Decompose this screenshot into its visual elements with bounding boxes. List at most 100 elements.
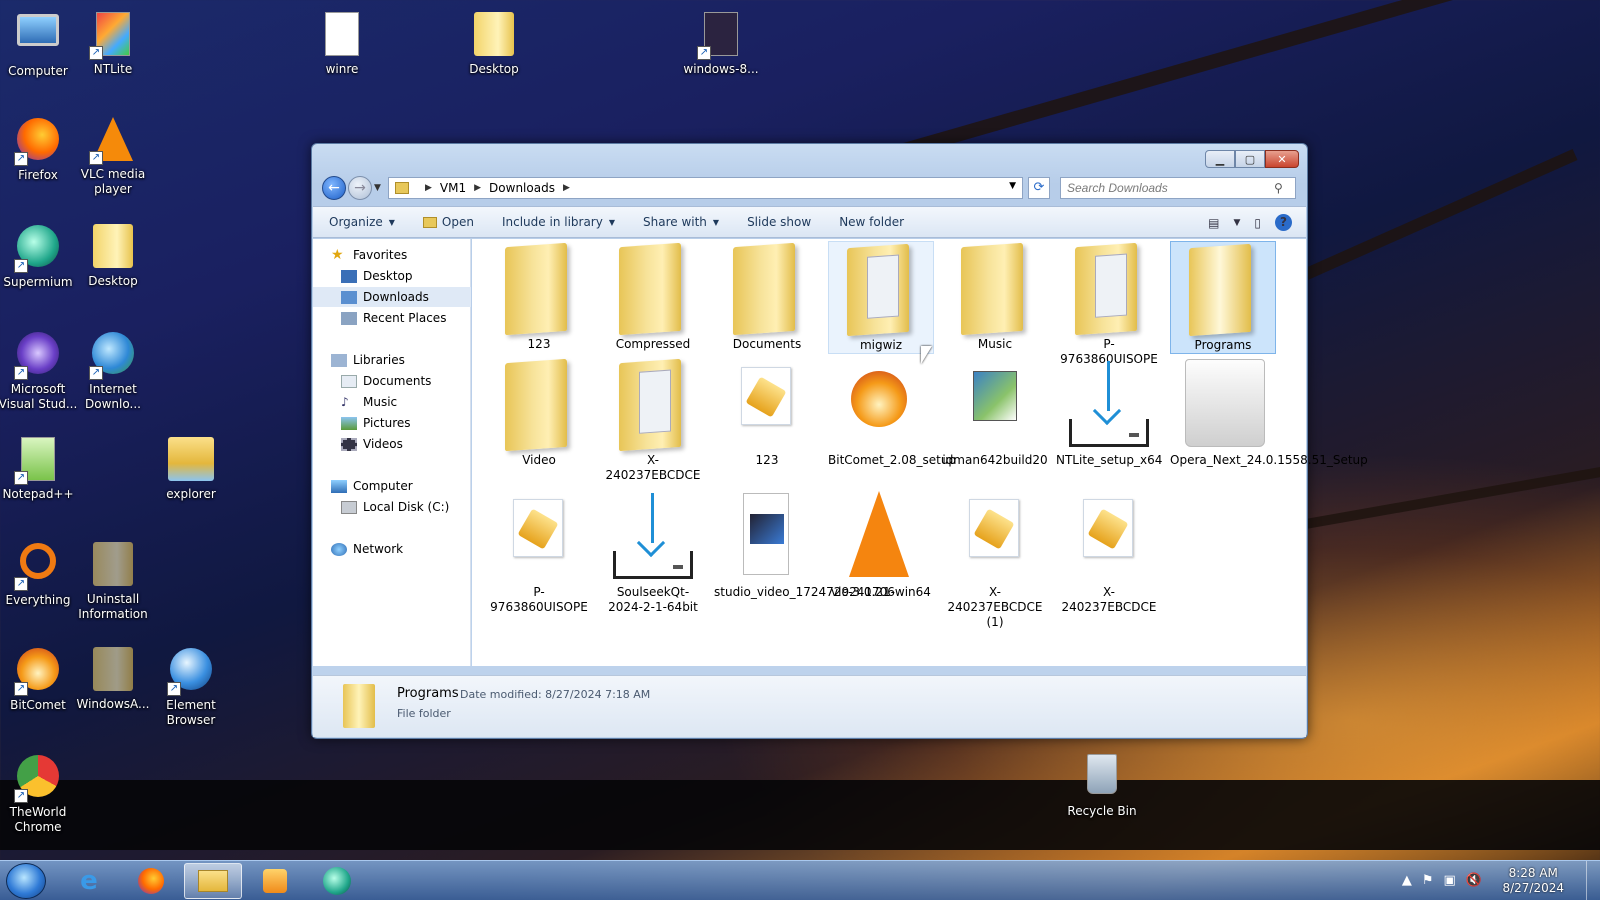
slide-show-button[interactable]: Slide show <box>747 215 811 229</box>
nav-network[interactable]: Network <box>313 539 471 559</box>
desktop-icon-desktop-2[interactable]: Desktop <box>68 222 158 289</box>
file-item-selected[interactable]: Programs <box>1170 241 1276 354</box>
file-item[interactable]: X-240237EBCDCE <box>600 357 706 483</box>
file-item[interactable]: X-240237EBCDCE (1) <box>942 489 1048 630</box>
taskbar-supermium[interactable] <box>308 863 366 899</box>
nav-favorites[interactable]: ★ Favorites <box>313 245 471 265</box>
desktop-icon-notepadpp[interactable]: ↗ Notepad++ <box>0 435 83 502</box>
taskbar-internet-explorer[interactable]: e <box>60 863 118 899</box>
recent-pages-dropdown[interactable]: ▼ <box>374 183 381 193</box>
open-button[interactable]: Open <box>422 215 474 229</box>
nav-music[interactable]: ♪ Music <box>313 392 471 412</box>
file-item[interactable]: Compressed <box>600 241 706 352</box>
idm-icon: ↗ <box>89 332 137 380</box>
details-modified: Date modified: 8/27/2024 7:18 AM <box>460 688 650 701</box>
desktop-icon-element-browser[interactable]: ↗ Element Browser <box>146 645 236 728</box>
close-button[interactable]: ✕ <box>1265 150 1299 168</box>
nav-label: Favorites <box>353 248 408 262</box>
file-item[interactable]: studio_video_1724729241706 <box>714 489 895 600</box>
nav-videos[interactable]: Videos <box>313 434 471 454</box>
address-bar[interactable]: ▶ VM1 ▶ Downloads ▶ ▼ <box>388 177 1023 199</box>
start-button[interactable] <box>6 863 46 899</box>
nav-recent-places[interactable]: Recent Places <box>313 308 471 328</box>
file-item[interactable]: Documents <box>714 241 820 352</box>
file-item[interactable]: P-9763860UISOPE <box>1056 241 1162 367</box>
view-options-dropdown-icon[interactable]: ▼ <box>1233 218 1240 228</box>
back-button[interactable]: ← <box>322 176 346 200</box>
file-item[interactable]: X-240237EBCDCE <box>1056 489 1162 615</box>
nav-pictures[interactable]: Pictures <box>313 413 471 433</box>
desktop-icon-explorer[interactable]: explorer <box>146 435 236 502</box>
desktop-icon-theworld-chrome[interactable]: ↗ TheWorld Chrome <box>0 752 83 835</box>
include-in-library-label: Include in library <box>501 215 603 229</box>
file-item[interactable]: P-9763860UISOPE <box>486 489 592 615</box>
breadcrumb-item[interactable]: VM1 <box>440 181 466 195</box>
file-item[interactable]: Opera_Next_24.0.1558.51_Setup <box>1170 357 1368 468</box>
wallpaper-beam <box>878 0 1575 164</box>
wallpaper-beam <box>0 780 1600 850</box>
search-icon[interactable]: ⚲ <box>1274 181 1283 195</box>
nav-downloads[interactable]: Downloads <box>313 287 471 307</box>
file-item[interactable]: idman642build20 <box>942 357 1048 468</box>
maximize-button[interactable]: ▢ <box>1235 150 1265 168</box>
breadcrumb-separator-icon[interactable]: ▶ <box>425 183 432 193</box>
file-item[interactable]: Music <box>942 241 1048 352</box>
share-with-button[interactable]: Share with ▼ <box>643 215 719 229</box>
clock[interactable]: 8:28 AM 8/27/2024 <box>1502 866 1564 896</box>
file-item[interactable]: 123 <box>486 241 592 352</box>
desktop-icon-desktop-folder[interactable]: Desktop <box>449 10 539 77</box>
file-item[interactable]: NTLite_setup_x64 <box>1056 357 1162 468</box>
breadcrumb-item[interactable]: Downloads <box>489 181 555 195</box>
new-folder-button[interactable]: New folder <box>839 215 904 229</box>
breadcrumb-separator-icon[interactable]: ▶ <box>474 183 481 193</box>
network-status-icon[interactable]: ▣ <box>1444 873 1456 888</box>
nav-documents[interactable]: Documents <box>313 371 471 391</box>
desktop-icon-windowsa[interactable]: WindowsA... <box>68 645 158 712</box>
taskbar: e ▲ ⚑ ▣ 🔇 8:28 AM 8/27/2024 <box>0 860 1600 900</box>
file-item-label: migwiz <box>859 338 903 352</box>
refresh-button[interactable]: ⟳ <box>1028 177 1050 199</box>
volume-muted-icon[interactable]: 🔇 <box>1466 873 1482 888</box>
desktop-icon-ntlite[interactable]: ↗ NTLite <box>68 10 158 77</box>
open-folder-icon <box>422 216 437 228</box>
desktop-icon-recycle-bin[interactable]: Recycle Bin <box>1057 752 1147 819</box>
forward-button[interactable]: → <box>348 176 372 200</box>
desktop-icon-winre[interactable]: winre <box>297 10 387 77</box>
breadcrumb-separator-icon[interactable]: ▶ <box>563 183 570 193</box>
desktop-icon-idm[interactable]: ↗ Internet Downlo... <box>68 329 158 412</box>
desktop-icon-vlc[interactable]: ↗ VLC media player <box>68 115 158 197</box>
taskbar-file-explorer[interactable] <box>184 863 242 899</box>
include-in-library-button[interactable]: Include in library ▼ <box>502 215 615 229</box>
change-view-icon[interactable]: ▤ <box>1208 216 1219 230</box>
action-center-flag-icon[interactable]: ⚑ <box>1422 873 1434 888</box>
recent-places-icon <box>341 311 357 325</box>
file-item[interactable]: Video <box>486 357 592 468</box>
nav-libraries[interactable]: Libraries <box>313 350 471 370</box>
nav-computer[interactable]: Computer <box>313 476 471 496</box>
nav-desktop[interactable]: Desktop <box>313 266 471 286</box>
star-icon: ★ <box>331 246 344 263</box>
nav-local-disk[interactable]: Local Disk (C:) <box>313 497 471 517</box>
taskbar-media-player[interactable] <box>246 863 304 899</box>
firefox-file-icon: ↗ <box>697 12 745 60</box>
vlc-icon <box>839 489 923 585</box>
search-input[interactable] <box>1060 177 1296 199</box>
show-desktop-button[interactable] <box>1586 861 1600 900</box>
desktop-icon-windows-8[interactable]: ↗ windows-8... <box>676 10 766 77</box>
file-item[interactable]: 123 <box>714 357 820 468</box>
network-icon <box>331 542 347 556</box>
help-icon[interactable]: ? <box>1275 214 1292 231</box>
organize-label: Organize <box>329 215 383 229</box>
address-history-dropdown-icon[interactable]: ▼ <box>1009 181 1016 191</box>
minimize-button[interactable]: ▁ <box>1205 150 1235 168</box>
file-item[interactable]: SoulseekQt-2024-2-1-64bit <box>600 489 706 615</box>
organize-button[interactable]: Organize ▼ <box>329 215 395 229</box>
show-hidden-icons-icon[interactable]: ▲ <box>1402 873 1412 888</box>
desktop-icon-uninstall-information[interactable]: Uninstall Information <box>68 540 158 622</box>
file-item[interactable]: vlc-3.0.21-win64 <box>828 489 934 600</box>
file-item[interactable]: BitComet_2.08_setup <box>828 357 956 468</box>
nav-label: Videos <box>363 437 403 451</box>
file-item[interactable]: migwiz <box>828 241 934 354</box>
preview-pane-icon[interactable]: ▯ <box>1254 216 1261 230</box>
taskbar-firefox[interactable] <box>122 863 180 899</box>
